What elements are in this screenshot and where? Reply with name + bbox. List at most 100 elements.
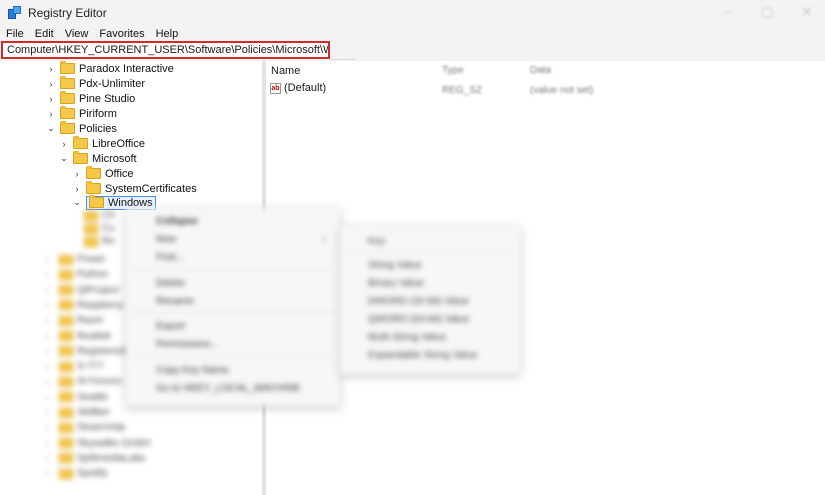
chevron-right-icon[interactable]: ›: [46, 439, 55, 448]
context-menu[interactable]: Collapse New › Find... Delete Rename Exp…: [126, 208, 340, 406]
chevron-down-icon[interactable]: ⌄: [59, 153, 69, 164]
tree-item-pdx-unlimiter[interactable]: › Pdx-Unlimiter: [46, 76, 145, 91]
tree-item-label: Python: [77, 269, 109, 281]
tree-item[interactable]: › Power: [46, 254, 105, 265]
tree-item-systemcertificates[interactable]: › SystemCertificates: [72, 181, 197, 196]
minimize-button[interactable]: –: [720, 5, 734, 19]
maximize-button[interactable]: ▢: [760, 5, 774, 19]
submenu-item-dword-value[interactable]: DWORD (32-bit) Value: [368, 296, 469, 307]
chevron-right-icon[interactable]: ›: [46, 454, 55, 463]
menu-separator: [134, 356, 332, 357]
submenu-item-qword-value[interactable]: QWORD (64-bit) Value: [368, 314, 470, 325]
chevron-right-icon[interactable]: ›: [46, 332, 55, 341]
menu-file[interactable]: File: [6, 28, 24, 40]
chevron-right-icon[interactable]: ›: [46, 408, 55, 417]
tree-item-label: SplitmediaLabs: [77, 452, 146, 464]
menu-favorites[interactable]: Favorites: [99, 28, 144, 40]
submenu-item-expandable-string-value[interactable]: Expandable String Value: [368, 350, 477, 361]
tree-item[interactable]: › Seattle: [46, 392, 108, 403]
blurred-region: Ch Cu Re › Power › Python › QtProject › Raspberry …: [0, 208, 825, 495]
folder-icon: [60, 61, 75, 74]
address-bar[interactable]: Computer\HKEY_CURRENT_USER\Software\Poli…: [1, 41, 330, 59]
tree-item[interactable]: › Realtek: [46, 331, 111, 342]
tree-item[interactable]: › Python: [46, 269, 108, 280]
tree-item[interactable]: › SplitmediaLabs: [46, 453, 145, 464]
chevron-right-icon[interactable]: ›: [72, 184, 82, 194]
tree-item[interactable]: › Sl Fences: [46, 376, 121, 387]
chevron-right-icon[interactable]: ›: [46, 109, 56, 119]
chevron-right-icon[interactable]: ›: [46, 393, 55, 402]
menu-item-delete[interactable]: Delete: [156, 278, 185, 289]
tree-item[interactable]: › QtProject: [46, 285, 119, 296]
chevron-right-icon[interactable]: ›: [46, 79, 56, 89]
close-button[interactable]: ✕: [800, 5, 814, 19]
menu-edit[interactable]: Edit: [35, 28, 54, 40]
tree-item-policies[interactable]: ⌄ Policies: [46, 121, 117, 136]
column-header-type[interactable]: Type: [442, 65, 464, 76]
folder-icon: [84, 236, 98, 247]
menu-item-rename[interactable]: Rename: [156, 296, 194, 307]
menu-view[interactable]: View: [65, 28, 89, 40]
tree-item-office[interactable]: › Office: [72, 166, 134, 181]
tree-item[interactable]: › Raspberry Pi: [46, 300, 135, 311]
folder-icon: [60, 91, 75, 104]
chevron-right-icon[interactable]: ›: [59, 139, 69, 149]
menu-item-new[interactable]: New: [156, 234, 176, 245]
tree-item-libreoffice[interactable]: › LibreOffice: [59, 136, 145, 151]
tree-item-microsoft[interactable]: ⌄ Microsoft: [59, 151, 137, 166]
tree-item[interactable]: › SteamVoip: [46, 422, 125, 433]
chevron-right-icon[interactable]: ›: [46, 301, 55, 310]
tree-item-pine-studio[interactable]: › Pine Studio: [46, 91, 135, 106]
tree-item[interactable]: › Razer: [46, 315, 104, 326]
menu-item-collapse[interactable]: Collapse: [156, 216, 198, 227]
tree-item[interactable]: Cu: [84, 223, 115, 234]
tree-item-piriform[interactable]: › Piriform: [46, 106, 117, 121]
submenu-item-binary-value[interactable]: Binary Value: [368, 278, 424, 289]
value-row-default[interactable]: ab (Default): [270, 82, 326, 94]
chevron-right-icon[interactable]: ›: [72, 169, 82, 179]
chevron-right-icon[interactable]: ›: [46, 469, 55, 478]
tree-item-label: Policies: [79, 122, 117, 135]
chevron-right-icon[interactable]: ›: [46, 347, 55, 356]
folder-icon: [59, 407, 73, 418]
tree-item-label: Pdx-Unlimiter: [79, 77, 146, 90]
chevron-right-icon[interactable]: ›: [46, 362, 55, 371]
menu-help[interactable]: Help: [156, 28, 179, 40]
chevron-right-icon[interactable]: ›: [46, 423, 55, 432]
tree-item-paradox-interactive[interactable]: › Paradox Interactive: [46, 61, 174, 76]
chevron-right-icon[interactable]: ›: [46, 270, 55, 279]
column-header-name[interactable]: Name: [271, 65, 300, 77]
folder-icon: [60, 106, 75, 119]
submenu-item-string-value[interactable]: String Value: [368, 260, 422, 271]
tree-item[interactable]: › RegisteredA: [46, 346, 132, 357]
tree-item-label: SystemCertificates: [105, 182, 197, 195]
chevron-down-icon[interactable]: ⌄: [72, 197, 82, 208]
chevron-right-icon[interactable]: ›: [46, 286, 55, 295]
chevron-right-icon[interactable]: ›: [46, 64, 56, 74]
new-submenu[interactable]: Key String Value Binary Value DWORD (32-…: [340, 226, 520, 374]
tree-item[interactable]: › Spotify: [46, 468, 108, 479]
folder-icon: [59, 392, 73, 403]
menu-item-export[interactable]: Export: [156, 321, 185, 332]
folder-icon: [59, 361, 73, 372]
menu-item-find[interactable]: Find...: [156, 252, 184, 263]
tree-item[interactable]: Re: [84, 236, 115, 247]
menu-item-permissions[interactable]: Permissions...: [156, 339, 219, 350]
tree-item[interactable]: Ch: [84, 210, 115, 221]
tree-item[interactable]: › Skywalks GmbH: [46, 438, 150, 449]
menu-item-copy-key-name[interactable]: Copy Key Name: [156, 365, 229, 376]
submenu-item-multi-string-value[interactable]: Multi-String Value: [368, 332, 446, 343]
tree-item[interactable]: › S-777: [46, 361, 104, 372]
folder-icon: [59, 346, 73, 357]
menu-item-go-to-hklm[interactable]: Go to HKEY_LOCAL_MACHINE: [156, 383, 301, 394]
folder-icon: [86, 166, 101, 179]
chevron-down-icon[interactable]: ⌄: [46, 123, 56, 134]
submenu-item-key[interactable]: Key: [368, 236, 385, 247]
chevron-right-icon[interactable]: ›: [46, 316, 55, 325]
chevron-right-icon[interactable]: ›: [46, 94, 56, 104]
chevron-right-icon[interactable]: ›: [46, 255, 55, 264]
string-value-icon: ab: [270, 82, 281, 94]
column-header-data[interactable]: Data: [530, 65, 551, 76]
chevron-right-icon[interactable]: ›: [46, 377, 55, 386]
tree-item[interactable]: › Skillbet: [46, 407, 109, 418]
